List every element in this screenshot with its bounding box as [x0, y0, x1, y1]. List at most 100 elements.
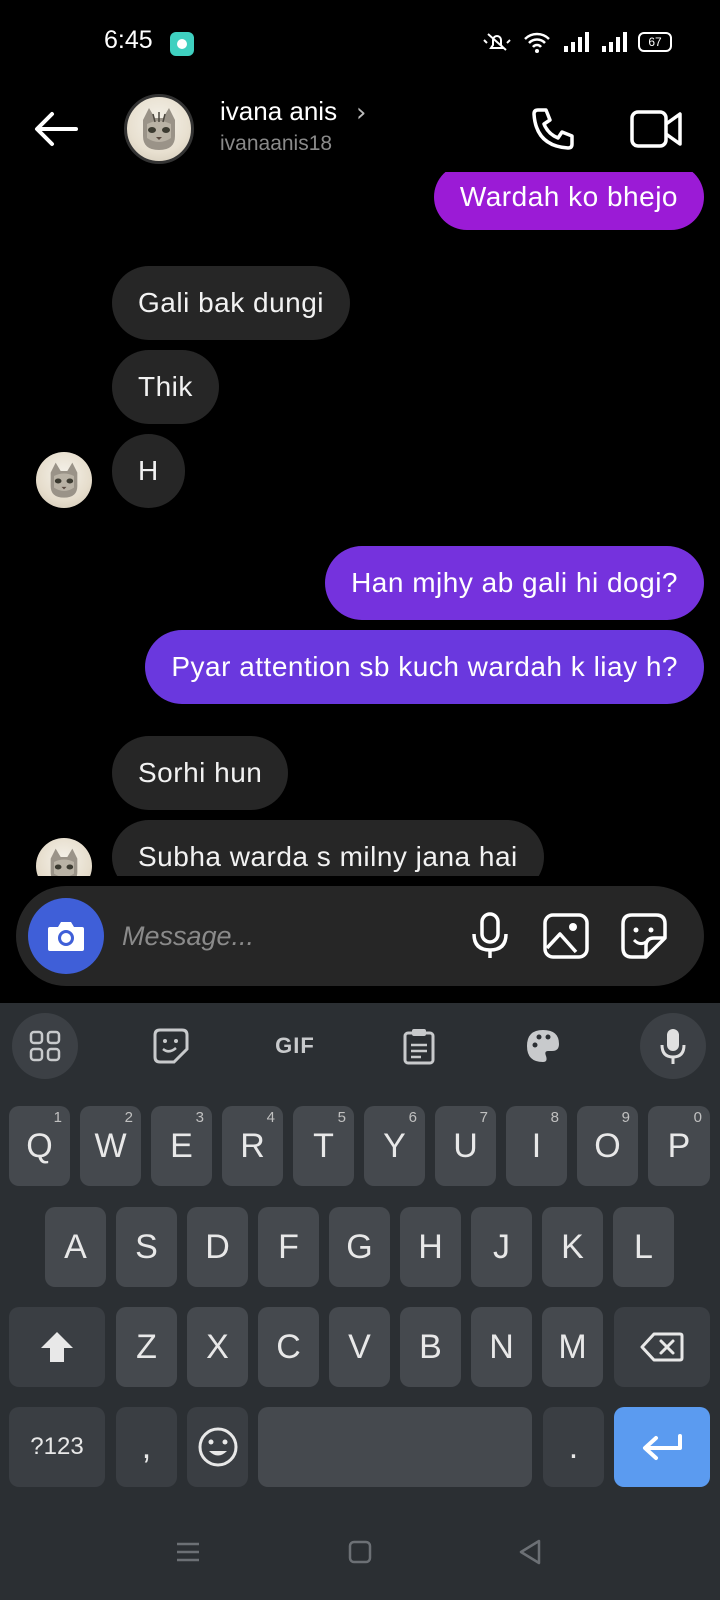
video-call-button[interactable]: [628, 104, 686, 154]
cat-avatar-icon: [143, 108, 175, 151]
contact-avatar[interactable]: [124, 94, 194, 164]
voice-typing-button[interactable]: [640, 1013, 706, 1079]
shift-key[interactable]: [9, 1307, 105, 1387]
space-key[interactable]: [258, 1407, 532, 1487]
key-k[interactable]: K: [542, 1207, 603, 1287]
key-j[interactable]: J: [471, 1207, 532, 1287]
sender-avatar[interactable]: [36, 838, 92, 876]
camera-button[interactable]: [28, 898, 104, 974]
voice-message-button[interactable]: [464, 910, 516, 962]
key-g[interactable]: G: [329, 1207, 390, 1287]
key-t[interactable]: T5: [293, 1106, 354, 1186]
incoming-message[interactable]: Subha warda s milny jana hai: [112, 820, 544, 876]
message-thread[interactable]: Wardah ko bhejo Gali bak dungi Thik H Ha…: [0, 172, 720, 876]
video-camera-icon: [630, 110, 682, 148]
contact-name[interactable]: ivana anis: [220, 96, 337, 127]
key-u[interactable]: U7: [435, 1106, 496, 1186]
gif-button[interactable]: GIF: [262, 1013, 328, 1079]
gallery-button[interactable]: [540, 910, 592, 962]
phone-icon: [532, 108, 574, 150]
outgoing-message[interactable]: Han mjhy ab gali hi dogi?: [325, 546, 704, 620]
key-a[interactable]: A: [45, 1207, 106, 1287]
key-v[interactable]: V: [329, 1307, 390, 1387]
incoming-message[interactable]: Gali bak dungi: [112, 266, 351, 340]
backspace-key[interactable]: [614, 1307, 710, 1387]
key-d[interactable]: D: [187, 1207, 248, 1287]
key-hint: 1: [53, 1109, 62, 1126]
key-m[interactable]: M: [542, 1307, 603, 1387]
key-i[interactable]: I8: [506, 1106, 567, 1186]
key-x[interactable]: X: [187, 1307, 248, 1387]
mute-bell-icon: [483, 33, 511, 51]
key-label: R: [240, 1126, 265, 1165]
incoming-message[interactable]: Sorhi hun: [112, 736, 289, 810]
key-l[interactable]: L: [613, 1207, 674, 1287]
outgoing-message[interactable]: Pyar attention sb kuch wardah k liay h?: [145, 630, 704, 704]
key-r[interactable]: R4: [222, 1106, 283, 1186]
key-s[interactable]: S: [116, 1207, 177, 1287]
back-nav-button[interactable]: [508, 1530, 552, 1574]
enter-arrow-icon: [643, 1434, 682, 1460]
status-indicators: 67: [482, 30, 672, 54]
clipboard-button[interactable]: [386, 1013, 452, 1079]
signal-icon-2: [602, 32, 627, 52]
wifi-icon: [524, 32, 550, 53]
sticker-button[interactable]: [618, 910, 670, 962]
emoji-key[interactable]: [187, 1407, 248, 1487]
key-b[interactable]: B: [400, 1307, 461, 1387]
key-y[interactable]: Y6: [364, 1106, 425, 1186]
backspace-icon: [640, 1332, 684, 1362]
keyboard-toolbar: GIF: [0, 1003, 720, 1087]
camera-icon: [48, 922, 84, 951]
key-hint: 9: [621, 1109, 630, 1126]
shift-arrow-icon: [41, 1332, 73, 1362]
voice-call-button[interactable]: [528, 104, 578, 154]
symbols-key[interactable]: ?123: [9, 1407, 105, 1487]
cat-avatar-icon: [50, 848, 78, 876]
clipboard-icon: [403, 1029, 435, 1065]
contact-username: ivanaanis18: [220, 132, 333, 155]
key-hint: 0: [693, 1109, 702, 1126]
key-hint: 5: [337, 1109, 346, 1126]
key-hint: 6: [408, 1109, 417, 1126]
grid-icon: [29, 1030, 61, 1062]
key-hint: 8: [550, 1109, 559, 1126]
period-key[interactable]: .: [543, 1407, 604, 1487]
image-icon: [543, 913, 589, 959]
incoming-message[interactable]: Thik: [112, 350, 219, 424]
key-label: T: [313, 1126, 334, 1165]
home-button[interactable]: [338, 1530, 382, 1574]
enter-key[interactable]: [614, 1407, 710, 1487]
message-input[interactable]: [122, 910, 422, 962]
key-o[interactable]: O9: [577, 1106, 638, 1186]
keyboard-sticker-button[interactable]: [138, 1013, 204, 1079]
key-f[interactable]: F: [258, 1207, 319, 1287]
key-h[interactable]: H: [400, 1207, 461, 1287]
key-hint: 3: [195, 1109, 204, 1126]
back-button[interactable]: [30, 106, 82, 152]
key-n[interactable]: N: [471, 1307, 532, 1387]
chevron-right-icon: ›: [356, 98, 367, 128]
comma-key[interactable]: ,: [116, 1407, 177, 1487]
key-w[interactable]: W2: [80, 1106, 141, 1186]
key-c[interactable]: C: [258, 1307, 319, 1387]
key-q[interactable]: Q1: [9, 1106, 70, 1186]
key-label: O: [594, 1126, 621, 1165]
key-hint: 7: [479, 1109, 488, 1126]
recent-apps-button[interactable]: [166, 1530, 210, 1574]
key-z[interactable]: Z: [116, 1307, 177, 1387]
gif-label: GIF: [275, 1033, 315, 1058]
sender-avatar[interactable]: [36, 452, 92, 508]
key-e[interactable]: E3: [151, 1106, 212, 1186]
key-p[interactable]: P0: [648, 1106, 710, 1186]
sticker-icon: [153, 1028, 189, 1064]
theme-button[interactable]: [510, 1013, 576, 1079]
apps-grid-button[interactable]: [12, 1013, 78, 1079]
app-notification-icon: [170, 32, 194, 56]
status-bar: 6:45 67: [0, 0, 720, 90]
message-composer: [16, 886, 704, 986]
key-label: E: [170, 1126, 193, 1165]
incoming-message[interactable]: H: [112, 434, 185, 508]
outgoing-message[interactable]: Wardah ko bhejo: [433, 172, 704, 230]
microphone-icon: [660, 1029, 686, 1064]
